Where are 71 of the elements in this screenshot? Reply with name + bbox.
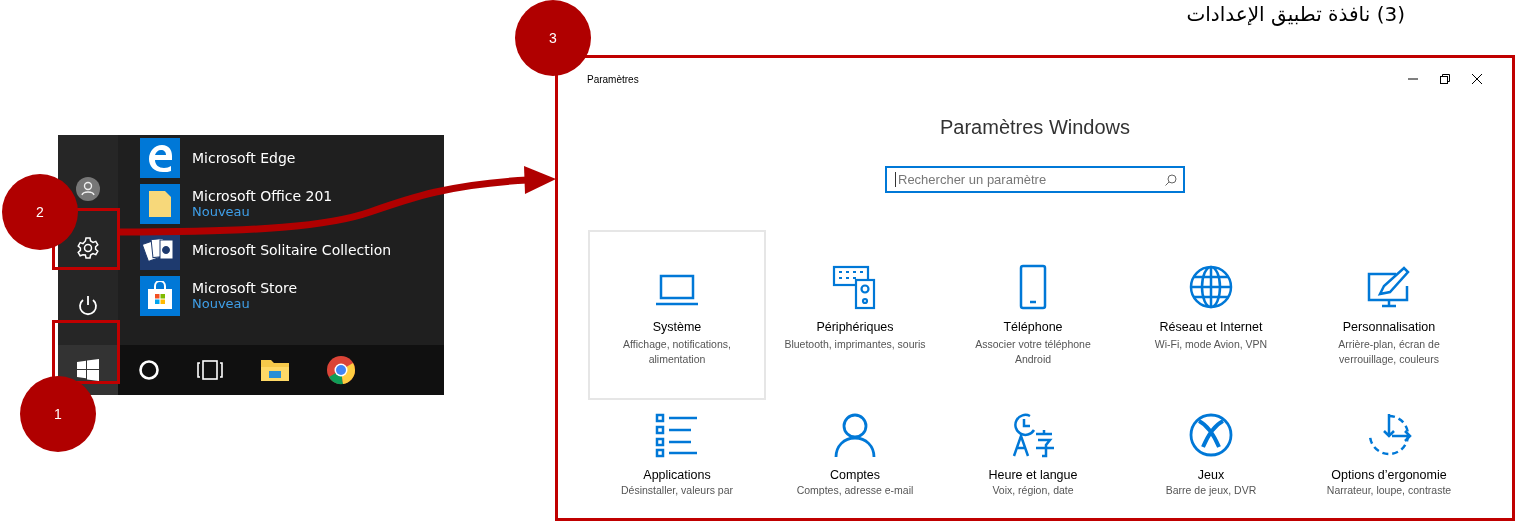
close-icon[interactable]	[1472, 74, 1482, 84]
category-description: Affichage, notifications, alimentation	[622, 337, 732, 367]
edge-icon	[140, 137, 180, 178]
windows-logo-icon	[77, 359, 99, 381]
shopping-bag-icon	[140, 275, 180, 316]
category-description: Bluetooth, imprimantes, souris	[783, 337, 927, 352]
list-icon	[655, 413, 699, 458]
settings-category-tile[interactable]: Applications Désinstaller, valeurs par	[588, 406, 766, 506]
app-new-label: Nouveau	[192, 204, 251, 219]
app-name: Microsoft Solitaire Collection	[192, 241, 392, 258]
phone-icon	[1019, 264, 1047, 310]
category-description: Associer votre téléphone Android	[974, 337, 1092, 367]
category-description: Comptes, adresse e-mail	[795, 484, 915, 496]
step-number-badge: 2	[2, 174, 78, 250]
settings-icon[interactable]	[77, 237, 99, 259]
category-description: Barre de jeux, DVR	[1164, 484, 1258, 496]
chrome-icon[interactable]	[326, 355, 356, 385]
category-name: Options d’ergonomie	[1331, 468, 1447, 482]
laptop-icon	[656, 274, 698, 306]
search-input[interactable]: Rechercher un paramètre	[895, 172, 1165, 187]
category-name: Applications	[643, 468, 711, 482]
app-list-item[interactable]: Microsoft Store Nouveau	[140, 275, 392, 316]
app-name: Microsoft Office 201	[192, 188, 333, 204]
category-description: Désinstaller, valeurs par	[619, 484, 735, 496]
app-new-label: Nouveau	[192, 296, 251, 311]
task-view-icon[interactable]	[196, 359, 224, 381]
ease-of-access-icon	[1368, 412, 1412, 456]
category-name: Périphériques	[816, 320, 894, 334]
category-description: Narrateur, loupe, contraste	[1325, 484, 1453, 496]
settings-category-tile[interactable]: Système Affichage, notifications, alimentation	[588, 230, 766, 400]
category-name: Heure et langue	[988, 468, 1078, 482]
settings-category-tile[interactable]: Options d’ergonomie Narrateur, loupe, contraste	[1300, 406, 1478, 506]
keyboard-speaker-icon	[832, 265, 876, 310]
settings-category-tile[interactable]: Personnalisation Arrière-plan, écran de verrouillage, couleurs	[1300, 230, 1478, 400]
power-icon[interactable]	[78, 295, 98, 317]
clock-letters-icon	[1012, 413, 1056, 458]
app-list-item[interactable]: Microsoft Office 201 Nouveau	[140, 183, 392, 224]
settings-category-tile[interactable]: Réseau et Internet Wi-Fi, mode Avion, VPN	[1122, 230, 1300, 400]
category-description: Arrière-plan, écran de verrouillage, couleurs	[1337, 337, 1441, 367]
app-name: Microsoft Store	[192, 280, 298, 296]
monitor-brush-icon	[1367, 266, 1410, 308]
category-name: Comptes	[830, 468, 880, 482]
folder-icon	[140, 183, 180, 224]
search-icon	[1165, 173, 1177, 186]
search-circle-icon[interactable]	[138, 359, 160, 381]
settings-category-tile[interactable]: Téléphone Associer votre téléphone Android	[944, 230, 1122, 400]
restore-icon[interactable]	[1440, 74, 1450, 84]
search-field[interactable]: Rechercher un paramètre	[885, 166, 1185, 193]
globe-icon	[1189, 265, 1233, 309]
category-name: Personnalisation	[1342, 320, 1436, 334]
category-description: Voix, région, date	[991, 484, 1075, 496]
app-list-item[interactable]: Microsoft Edge	[140, 137, 392, 178]
app-list-item[interactable]: Microsoft Solitaire Collection	[140, 229, 392, 270]
app-name: Microsoft Edge	[192, 149, 296, 166]
page-heading: Paramètres Windows	[939, 116, 1131, 139]
settings-category-tile[interactable]: Jeux Barre de jeux, DVR	[1122, 406, 1300, 506]
step-number-badge: 1	[20, 376, 96, 452]
folder-icon[interactable]	[260, 358, 290, 382]
category-name: Téléphone	[1003, 320, 1063, 334]
settings-category-tile[interactable]: Comptes Comptes, adresse e-mail	[766, 406, 944, 506]
person-icon	[834, 413, 876, 458]
user-avatar-icon[interactable]	[76, 177, 100, 201]
category-name: Jeux	[1197, 468, 1225, 482]
window-title: Paramètres	[587, 73, 640, 85]
category-name: Système	[652, 320, 702, 334]
settings-category-tile[interactable]: Périphériques Bluetooth, imprimantes, souris	[766, 230, 944, 400]
settings-category-tile[interactable]: Heure et langue Voix, région, date	[944, 406, 1122, 506]
step-number-badge: 3	[515, 0, 591, 76]
category-name: Réseau et Internet	[1159, 320, 1263, 334]
category-description: Wi-Fi, mode Avion, VPN	[1153, 337, 1269, 352]
caption: (3) نافذة تطبيق الإعدادات	[1186, 2, 1405, 26]
